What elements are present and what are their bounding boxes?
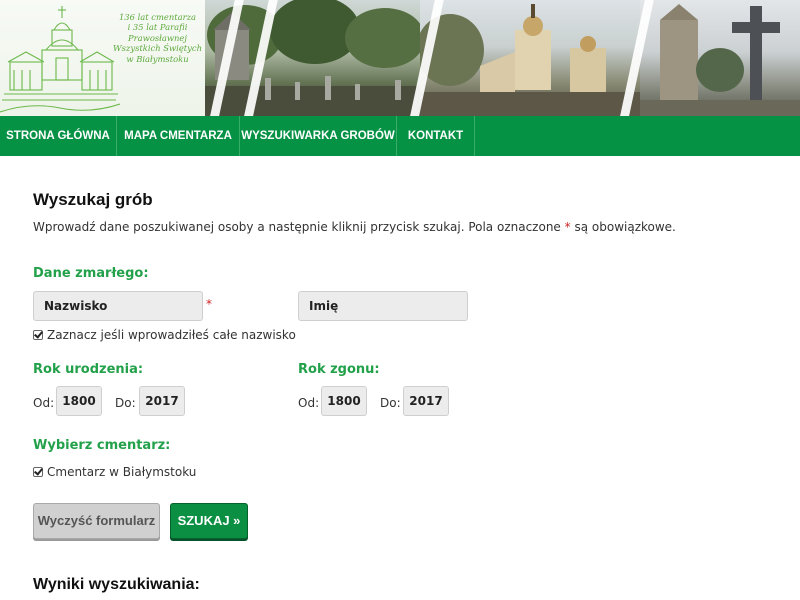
full-surname-checkbox[interactable] [33,330,43,340]
cemetery-select-label: Wybierz cmentarz: [33,438,171,453]
orthodox-church-image [420,4,655,116]
nav-item-grave-search[interactable]: WYSZUKIWARKA GROBÓW [240,116,397,156]
logo-line: Prawosławnej [128,32,187,43]
logo-line: Wszystkich Świętych [113,43,202,54]
logo[interactable]: 136 lat cmentarza i 35 lat Parafii Prawo… [0,0,215,116]
death-year-from-input[interactable]: 1800 [321,386,367,416]
logo-caption: 136 lat cmentarza i 35 lat Parafii Prawo… [105,12,210,64]
birth-year-label: Rok urodzenia: [33,362,144,377]
deceased-data-label: Dane zmarłego: [33,266,149,281]
cemetery-option-label: Cmentarz w Białymstoku [47,465,197,479]
birth-year-to-input[interactable]: 2017 [139,386,185,416]
results-heading: Wyniki wyszukiwania: [33,576,200,593]
logo-line: 136 lat cmentarza [118,12,197,22]
instructions-text-end: są obowiązkowe. [574,220,676,234]
required-marker: * [206,297,212,311]
cross-photo [640,0,800,116]
birth-to-label: Do: [115,396,136,410]
church-photo [420,0,655,116]
required-marker: * [564,220,571,234]
death-from-label: Od: [298,396,320,410]
full-surname-option[interactable]: Zaznacz jeśli wprowadziłeś całe nazwisko [33,328,296,342]
birth-year-from-input[interactable]: 1800 [56,386,102,416]
clear-form-button[interactable]: Wyczyść formularz [33,503,160,539]
form-instructions: Wprowadź dane poszukiwanej osoby a nastę… [33,220,676,234]
search-button[interactable]: SZUKAJ » [170,503,248,539]
death-to-label: Do: [380,396,401,410]
death-year-label: Rok zgonu: [298,362,380,377]
cemetery-checkbox[interactable] [33,467,43,477]
logo-line: i 35 lat Parafii [127,22,188,33]
header-banner: 136 lat cmentarza i 35 lat Parafii Prawo… [0,0,800,116]
instructions-text: Wprowadź dane poszukiwanej osoby a nastę… [33,220,561,234]
main-nav: STRONA GŁÓWNA MAPA CMENTARZA WYSZUKIWARK… [0,116,800,156]
surname-input[interactable]: Nazwisko [33,291,203,321]
nav-item-contact[interactable]: KONTAKT [397,116,475,156]
first-name-input[interactable]: Imię [298,291,468,321]
page-title: Wyszukaj grób [33,190,153,209]
logo-line: w Białymstoku [126,53,189,64]
nav-item-cemetery-map[interactable]: MAPA CMENTARZA [117,116,240,156]
death-year-to-input[interactable]: 2017 [403,386,449,416]
cemetery-option[interactable]: Cmentarz w Białymstoku [33,465,196,479]
birth-from-label: Od: [33,396,55,410]
search-form-section: Wyszukaj grób Wprowadź dane poszukiwanej… [0,156,800,600]
cross-image [640,4,800,116]
nav-item-home[interactable]: STRONA GŁÓWNA [0,116,117,156]
full-surname-label: Zaznacz jeśli wprowadziłeś całe nazwisko [47,328,296,342]
church-logo-icon [0,6,120,113]
